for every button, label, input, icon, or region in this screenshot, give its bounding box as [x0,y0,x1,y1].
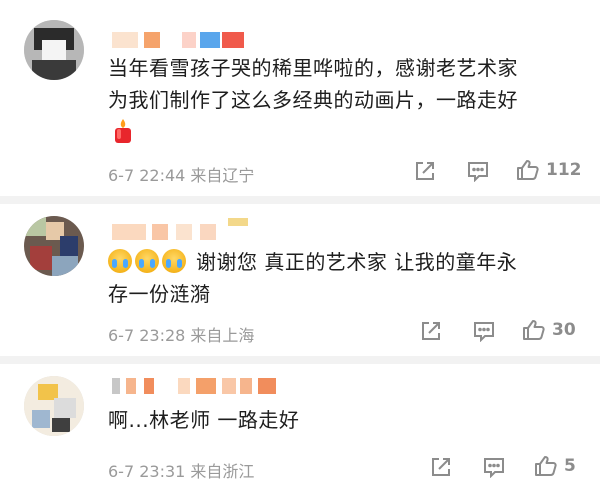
comment-icon [468,162,488,182]
comment-icon [474,322,494,342]
share-button[interactable] [414,160,436,182]
comment-item: 当年看雪孩子哭的稀里哗啦的，感谢老艺术家 为我们制作了这么多经典的动画片，一路走… [0,0,600,200]
avatar[interactable] [24,20,84,80]
comment-item: 谢谢您 真正的艺术家 让我的童年永 存一份涟漪 6-7 23:28 来自上海 3… [0,204,600,354]
comment-button[interactable] [482,456,506,478]
comment-item: 啊...林老师 一路走好 6-7 23:31 来自浙江 5 [0,364,600,486]
divider [0,196,600,204]
comment-text-segment: 谢谢您 真正的艺术家 让我的童年永 [196,250,518,274]
comment-meta: 6-7 23:31 来自浙江 [108,462,255,481]
avatar[interactable] [24,216,84,276]
divider [0,356,600,364]
avatar[interactable] [24,376,84,436]
comment-text-line: 谢谢您 真正的艺术家 让我的童年永 [108,246,578,278]
like-count: 5 [564,456,576,476]
crying-emoji-icon [162,249,186,273]
comment-text: 谢谢您 真正的艺术家 让我的童年永 存一份涟漪 [108,246,578,310]
thumbs-up-icon [535,456,557,476]
share-icon [416,162,434,180]
share-icon [432,458,450,476]
comment-button[interactable] [466,160,490,182]
comment-icon [484,458,504,478]
like-count: 30 [552,320,576,340]
comment-text-line: 存一份涟漪 [108,282,211,306]
like-button[interactable]: 112 [516,158,582,182]
like-count: 112 [546,160,582,180]
like-button[interactable]: 30 [522,318,576,342]
share-button[interactable] [430,456,452,478]
like-button[interactable]: 5 [534,454,576,478]
comment-text: 啊...林老师 一路走好 [108,404,578,436]
crying-emoji-icon [135,249,159,273]
comment-text-line: 啊...林老师 一路走好 [108,408,300,432]
comment-meta: 6-7 23:28 来自上海 [108,326,255,345]
comment-meta: 6-7 22:44 来自辽宁 [108,166,255,185]
comment-text-line: 当年看雪孩子哭的稀里哗啦的，感谢老艺术家 [108,56,518,80]
candle-emoji-icon [112,118,134,144]
share-button[interactable] [420,320,442,342]
comment-text: 当年看雪孩子哭的稀里哗啦的，感谢老艺术家 为我们制作了这么多经典的动画片，一路走… [108,52,578,116]
comment-text-line: 为我们制作了这么多经典的动画片，一路走好 [108,88,518,112]
crying-emoji-icon [108,249,132,273]
share-icon [422,322,440,340]
comment-button[interactable] [472,320,496,342]
thumbs-up-icon [517,160,539,180]
thumbs-up-icon [523,320,545,340]
